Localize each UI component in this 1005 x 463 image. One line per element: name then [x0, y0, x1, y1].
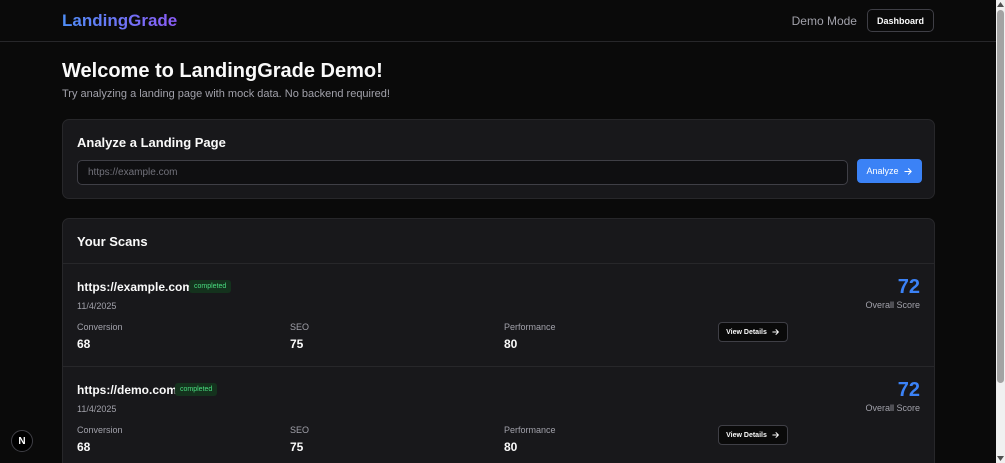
- metric-label: Conversion: [77, 425, 123, 435]
- metric-value: 68: [77, 440, 91, 454]
- metric-conversion: Conversion 68: [77, 425, 123, 454]
- score-label: Overall Score: [865, 403, 920, 413]
- scan-date: 11/4/2025: [77, 404, 117, 414]
- score-label: Overall Score: [865, 300, 920, 310]
- arrow-right-icon: [772, 432, 779, 438]
- view-details-button[interactable]: View Details: [718, 322, 788, 342]
- page-subtitle: Try analyzing a landing page with mock d…: [62, 88, 390, 100]
- nextjs-dev-indicator[interactable]: N: [11, 430, 33, 452]
- score-value: 72: [897, 276, 920, 298]
- overall-score: 72 Overall Score: [865, 379, 920, 413]
- nextjs-logo-icon: N: [18, 435, 26, 447]
- page-title: Welcome to LandingGrade Demo!: [62, 60, 383, 82]
- scan-date: 11/4/2025: [77, 301, 117, 311]
- metric-label: Performance: [504, 425, 556, 435]
- status-badge: completed: [175, 383, 218, 396]
- metric-performance: Performance 80: [504, 322, 556, 351]
- metric-value: 80: [504, 440, 518, 454]
- scrollbar[interactable]: [996, 0, 1005, 463]
- metric-label: SEO: [290, 425, 310, 435]
- metric-label: SEO: [290, 322, 310, 332]
- analyze-button[interactable]: Analyze: [857, 159, 922, 183]
- metric-value: 75: [290, 337, 304, 351]
- scroll-up-arrow-icon[interactable]: [996, 0, 1005, 9]
- scroll-down-arrow-icon[interactable]: [996, 454, 1005, 463]
- header-actions: Demo Mode Dashboard: [792, 9, 934, 32]
- url-input[interactable]: [77, 160, 848, 185]
- metric-value: 80: [504, 337, 518, 351]
- arrow-right-icon: [772, 329, 779, 335]
- logo[interactable]: LandingGrade: [62, 11, 177, 31]
- scan-row: https://example.com completed 11/4/2025 …: [63, 263, 934, 366]
- analyze-card-title: Analyze a Landing Page: [77, 135, 226, 150]
- scan-url: https://example.com: [77, 280, 194, 294]
- analyze-card: Analyze a Landing Page Analyze: [62, 119, 935, 199]
- metric-seo: SEO 75: [290, 425, 309, 454]
- metric-label: Conversion: [77, 322, 123, 332]
- metric-value: 68: [77, 337, 91, 351]
- metric-performance: Performance 80: [504, 425, 556, 454]
- metric-label: Performance: [504, 322, 556, 332]
- dashboard-button[interactable]: Dashboard: [866, 9, 934, 32]
- scan-row: https://demo.com completed 11/4/2025 72 …: [63, 366, 934, 463]
- scans-card-title: Your Scans: [77, 234, 148, 249]
- metric-seo: SEO 75: [290, 322, 309, 351]
- analyze-button-label: Analyze: [866, 166, 899, 176]
- view-details-label: View Details: [726, 328, 767, 336]
- status-badge: completed: [189, 280, 232, 293]
- page: LandingGrade Demo Mode Dashboard Welcome…: [0, 0, 996, 463]
- top-nav: LandingGrade Demo Mode Dashboard: [0, 0, 996, 42]
- metric-value: 75: [290, 440, 304, 454]
- scan-url: https://demo.com: [77, 383, 178, 397]
- arrow-right-icon: [903, 167, 912, 175]
- overall-score: 72 Overall Score: [865, 276, 920, 310]
- score-value: 72: [897, 379, 920, 401]
- scrollbar-thumb[interactable]: [997, 10, 1004, 383]
- view-details-label: View Details: [726, 431, 767, 439]
- metric-conversion: Conversion 68: [77, 322, 123, 351]
- scans-card: Your Scans https://example.com completed…: [62, 218, 935, 463]
- view-details-button[interactable]: View Details: [718, 425, 788, 445]
- demo-mode-label: Demo Mode: [791, 13, 857, 28]
